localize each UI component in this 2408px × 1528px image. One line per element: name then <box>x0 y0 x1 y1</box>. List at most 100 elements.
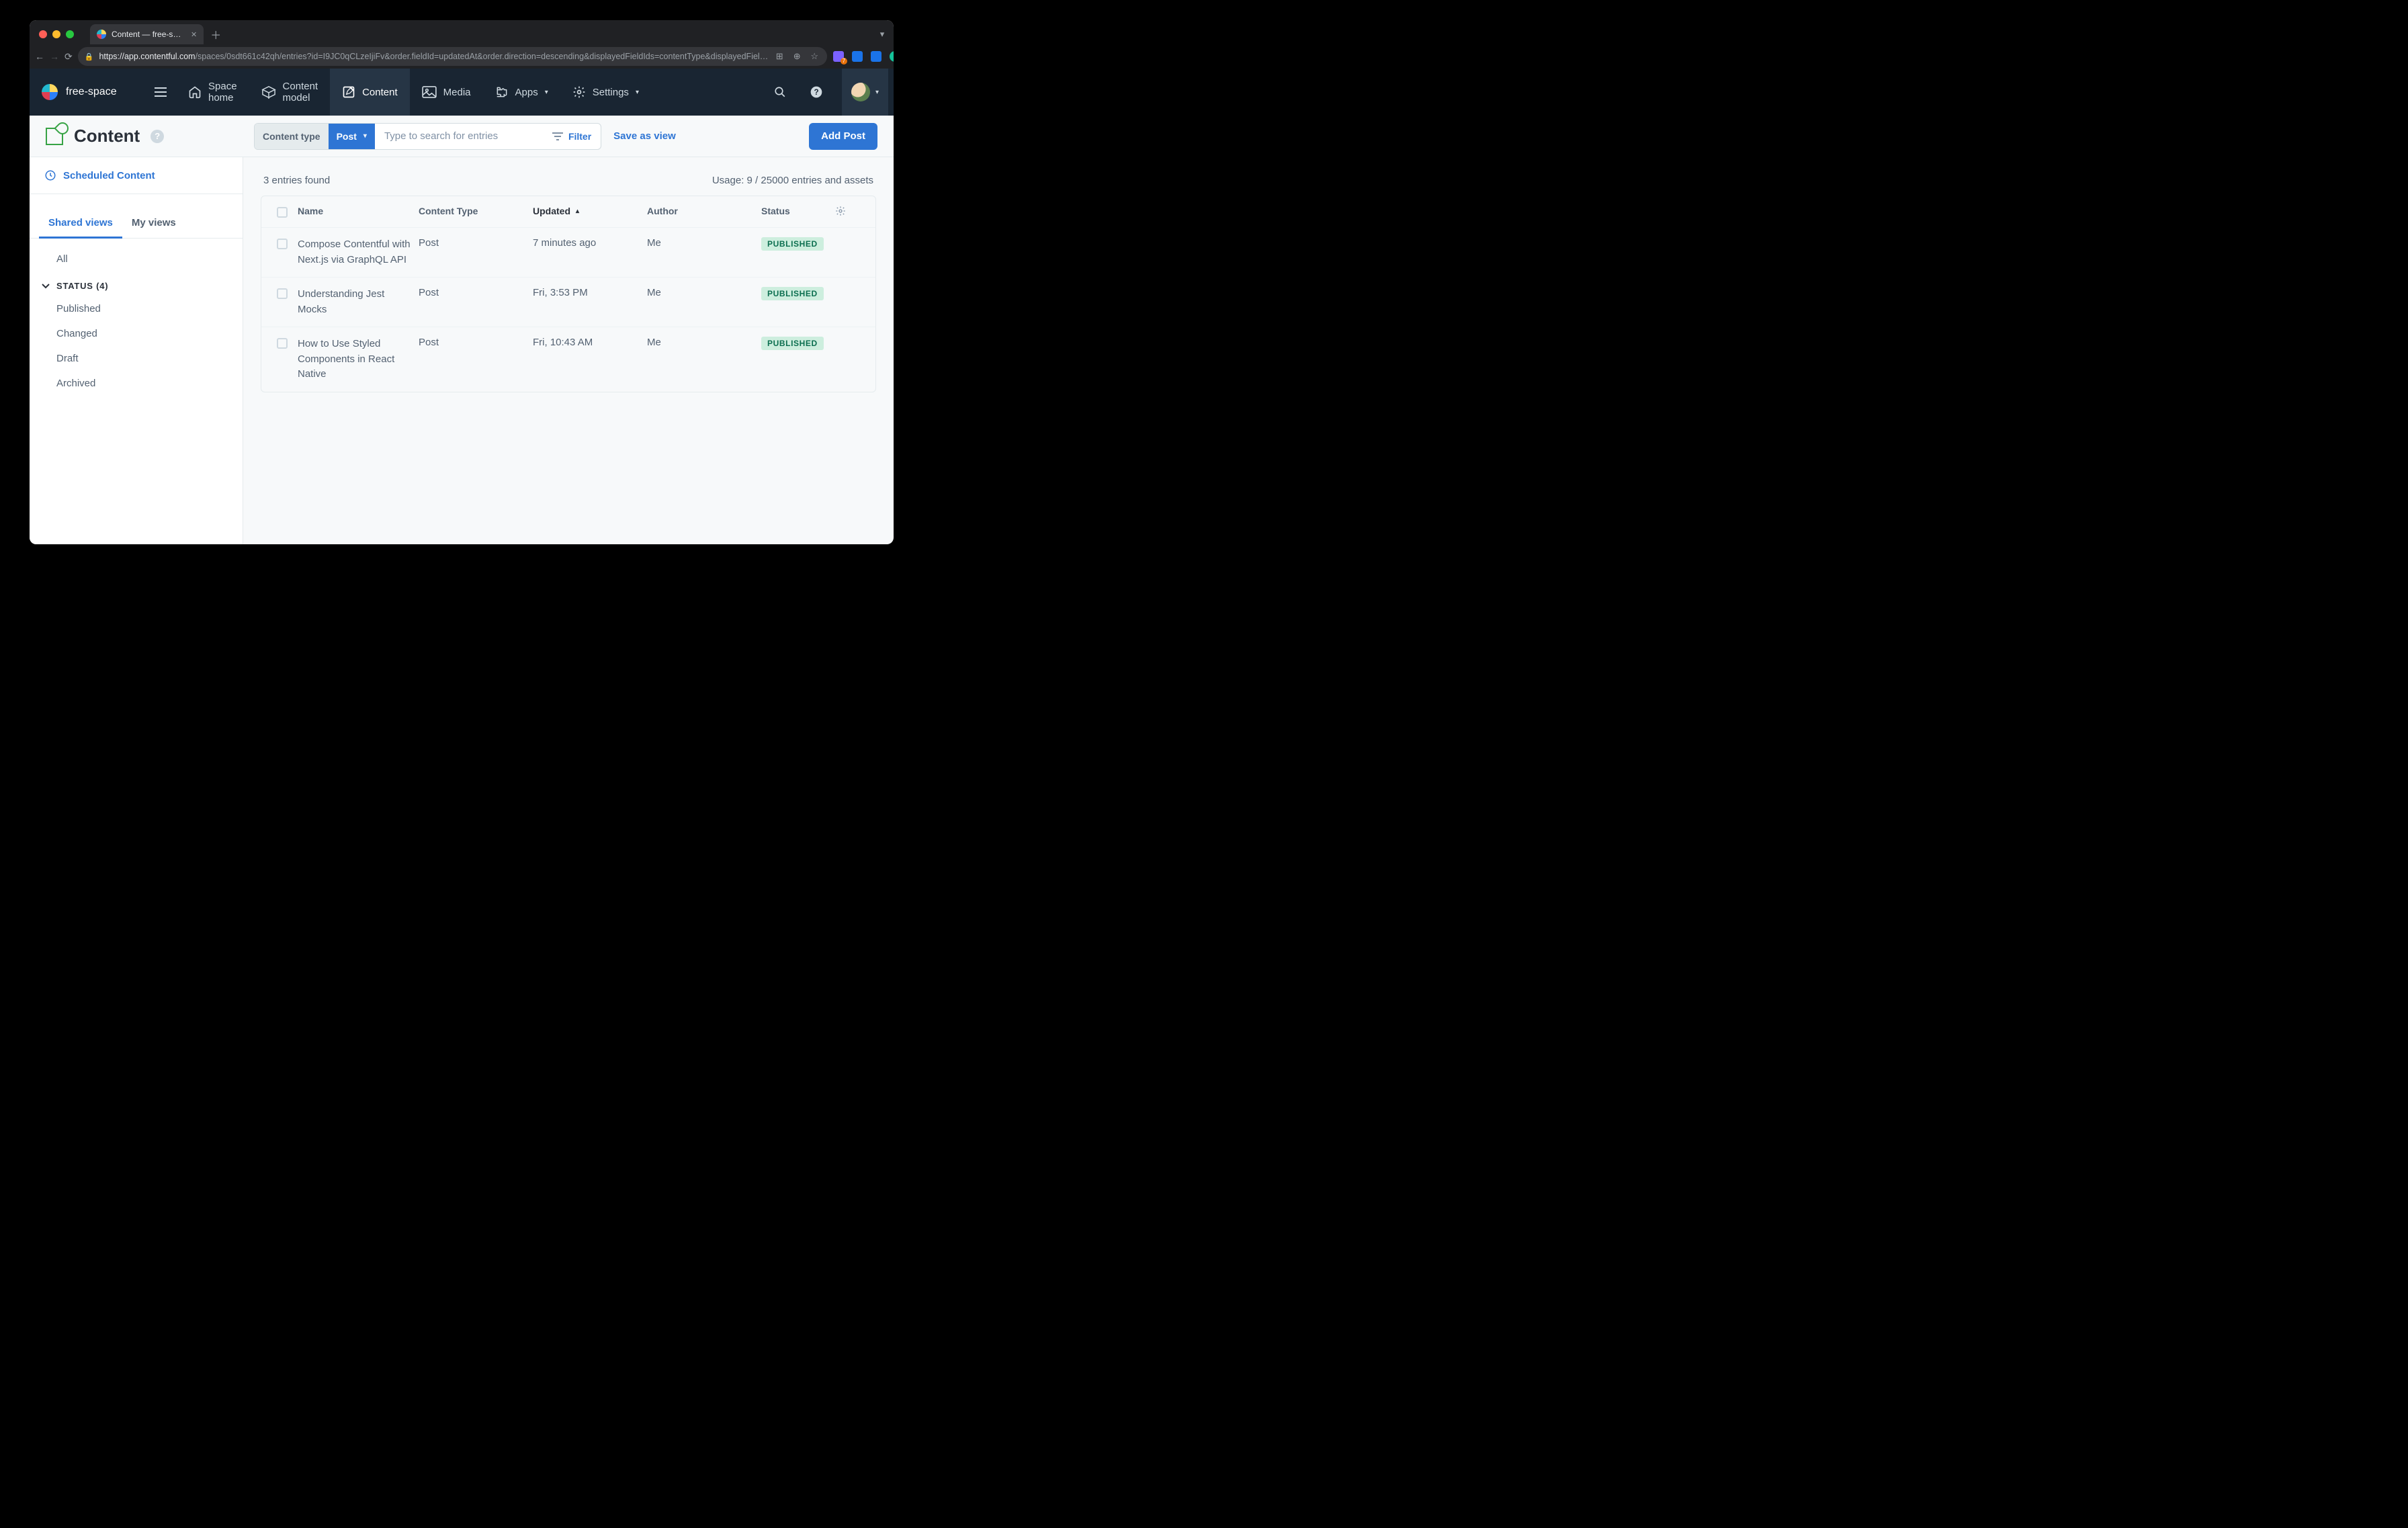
space-menu-icon[interactable] <box>155 87 167 97</box>
tab-my-views[interactable]: My views <box>122 209 185 238</box>
view-published[interactable]: Published <box>30 296 243 321</box>
view-tabs: Shared views My views <box>30 209 243 239</box>
browser-tab[interactable]: Content — free-space — Cont… ✕ <box>90 24 204 44</box>
entries-found: 3 entries found <box>263 175 330 186</box>
tab-shared-views[interactable]: Shared views <box>39 209 122 238</box>
tab-favicon-icon <box>97 30 106 39</box>
chevron-down-icon: ▾ <box>875 89 879 96</box>
content-page-icon <box>46 128 63 145</box>
nav-reload-button[interactable]: ⟳ <box>64 50 73 63</box>
add-post-button[interactable]: Add Post <box>809 123 877 150</box>
cell-name: Understanding Jest Mocks <box>298 287 419 317</box>
usage-text: Usage: 9 / 25000 entries and assets <box>712 175 873 186</box>
new-tab-button[interactable]: ＋ <box>208 26 224 42</box>
row-checkbox[interactable] <box>277 338 288 349</box>
pen-square-icon <box>342 85 355 99</box>
views-tree: All STATUS (4) Published Changed Draft A… <box>30 239 243 544</box>
tab-overflow-icon[interactable]: ▾ <box>876 28 888 40</box>
table-row[interactable]: Compose Contentful with Next.js via Grap… <box>261 228 875 278</box>
nav-content-model[interactable]: Contentmodel <box>249 69 331 116</box>
brand-cell: free-space <box>30 69 176 116</box>
extension-3-icon[interactable] <box>870 50 882 62</box>
help-icon[interactable]: ? <box>806 81 827 103</box>
zoom-icon[interactable]: ⊕ <box>791 50 803 62</box>
home-icon <box>188 85 202 99</box>
select-all-checkbox[interactable] <box>277 207 288 218</box>
nav-media[interactable]: Media <box>410 69 483 116</box>
col-name[interactable]: Name <box>298 206 419 216</box>
cell-name: Compose Contentful with Next.js via Grap… <box>298 237 419 267</box>
view-all[interactable]: All <box>30 247 243 271</box>
view-changed[interactable]: Changed <box>30 321 243 346</box>
user-avatar-icon <box>851 83 870 101</box>
table-row[interactable]: How to Use Styled Components in React Na… <box>261 327 875 392</box>
cell-updated: Fri, 3:53 PM <box>533 287 647 298</box>
window-close-button[interactable] <box>39 30 47 38</box>
search-input[interactable] <box>375 130 543 142</box>
translate-icon[interactable]: ⊞ <box>773 50 785 62</box>
nav-space-home[interactable]: Spacehome <box>176 69 249 116</box>
window-maximize-button[interactable] <box>66 30 74 38</box>
user-menu[interactable]: ▾ <box>842 69 888 116</box>
col-status[interactable]: Status <box>761 206 835 216</box>
cell-type: Post <box>419 287 533 298</box>
col-type[interactable]: Content Type <box>419 206 533 216</box>
status-folder-header[interactable]: STATUS (4) <box>30 271 243 296</box>
filter-pill-value[interactable]: Post ▾ <box>329 124 375 149</box>
view-archived[interactable]: Archived <box>30 371 243 396</box>
filter-pill-label[interactable]: Content type <box>255 124 329 149</box>
cell-updated: Fri, 10:43 AM <box>533 337 647 348</box>
extension-1-icon[interactable]: 7 <box>832 50 845 62</box>
svg-text:?: ? <box>814 88 818 97</box>
browser-address-bar: ← → ⟳ 🔒 https://app.contentful.com/space… <box>30 44 894 69</box>
window-minimize-button[interactable] <box>52 30 60 38</box>
row-checkbox[interactable] <box>277 239 288 249</box>
clock-icon <box>44 169 56 181</box>
search-icon[interactable] <box>769 81 791 103</box>
scheduled-content-link[interactable]: Scheduled Content <box>30 157 243 194</box>
content-toolbar: Content ? Content type Post ▾ Filter Sav… <box>30 116 894 157</box>
browser-chrome: Content — free-space — Cont… ✕ ＋ ▾ ← → ⟳… <box>30 20 894 69</box>
status-badge: PUBLISHED <box>761 287 824 300</box>
nav-content[interactable]: Content <box>330 69 410 116</box>
filter-icon <box>552 132 563 140</box>
sidebar: Scheduled Content Shared views My views … <box>30 157 243 544</box>
sort-asc-icon: ▴ <box>576 208 579 215</box>
bookmark-star-icon[interactable]: ☆ <box>808 50 820 62</box>
col-author[interactable]: Author <box>647 206 761 216</box>
app-topnav: free-space Spacehome Contentmodel Conten… <box>30 69 894 116</box>
chevron-down-icon: ▾ <box>363 132 367 140</box>
cell-author: Me <box>647 337 761 348</box>
meta-row: 3 entries found Usage: 9 / 25000 entries… <box>263 175 873 186</box>
window-controls <box>39 30 74 38</box>
nav-settings[interactable]: Settings ▾ <box>560 69 651 116</box>
cell-author: Me <box>647 237 761 249</box>
chevron-down-icon: ▾ <box>545 89 548 96</box>
nav-back-button[interactable]: ← <box>35 50 44 63</box>
page-help-icon[interactable]: ? <box>150 130 164 143</box>
status-badge: PUBLISHED <box>761 337 824 350</box>
main-area: Scheduled Content Shared views My views … <box>30 157 894 544</box>
extension-2-icon[interactable] <box>851 50 863 62</box>
nav-apps[interactable]: Apps ▾ <box>483 69 560 116</box>
chevron-down-icon: ▾ <box>636 89 639 96</box>
view-draft[interactable]: Draft <box>30 346 243 371</box>
columns-settings-icon[interactable] <box>835 206 859 216</box>
entries-table: Name Content Type Updated ▴ Author Statu… <box>261 196 876 392</box>
row-checkbox[interactable] <box>277 288 288 299</box>
cell-status: PUBLISHED <box>761 237 835 251</box>
extension-4-icon[interactable] <box>889 50 894 62</box>
extension-icons: 7 ✦ D ⋮ <box>832 49 894 64</box>
col-updated[interactable]: Updated ▴ <box>533 206 647 216</box>
search-filter-box: Content type Post ▾ Filter <box>254 123 601 150</box>
table-row[interactable]: Understanding Jest Mocks Post Fri, 3:53 … <box>261 278 875 327</box>
save-as-view-button[interactable]: Save as view <box>613 130 676 142</box>
box-icon <box>261 85 276 99</box>
chevron-down-icon <box>42 284 50 289</box>
url-box[interactable]: 🔒 https://app.contentful.com/spaces/0sdt… <box>78 47 827 66</box>
space-name: free-space <box>66 86 117 98</box>
nav-forward-button[interactable]: → <box>50 50 59 63</box>
filter-button[interactable]: Filter <box>543 131 601 142</box>
cell-type: Post <box>419 237 533 249</box>
tab-close-icon[interactable]: ✕ <box>191 30 197 39</box>
